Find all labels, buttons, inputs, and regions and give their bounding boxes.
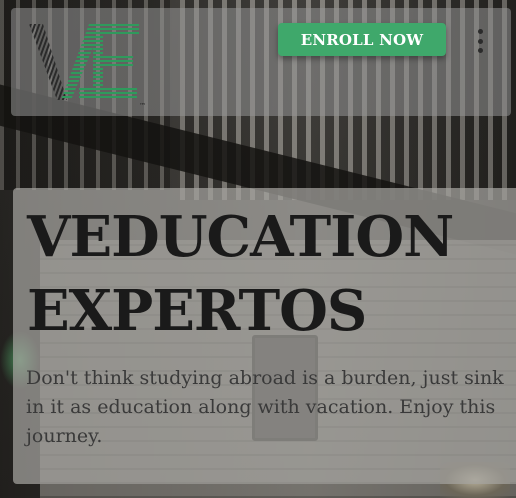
hero-title: VEDUCATION EXPERTOS <box>27 204 454 344</box>
enroll-now-button[interactable]: ENROLL NOW <box>278 23 446 56</box>
more-menu-button[interactable] <box>470 26 490 56</box>
logo-text: VE <box>27 112 28 113</box>
more-vertical-icon-dot <box>477 38 483 44</box>
ve-logo-icon <box>29 24 139 100</box>
more-vertical-icon <box>477 29 483 34</box>
site-logo[interactable]: VE ™ <box>27 20 146 113</box>
hero-card: VEDUCATION EXPERTOS Don't think studying… <box>13 188 516 484</box>
more-vertical-icon-dot <box>477 48 483 53</box>
site-header: VE ™ ENROLL NOW <box>11 8 511 116</box>
hero-description: Don't think studying abroad is a burden,… <box>26 367 504 447</box>
trademark-mark: ™ <box>139 102 146 110</box>
